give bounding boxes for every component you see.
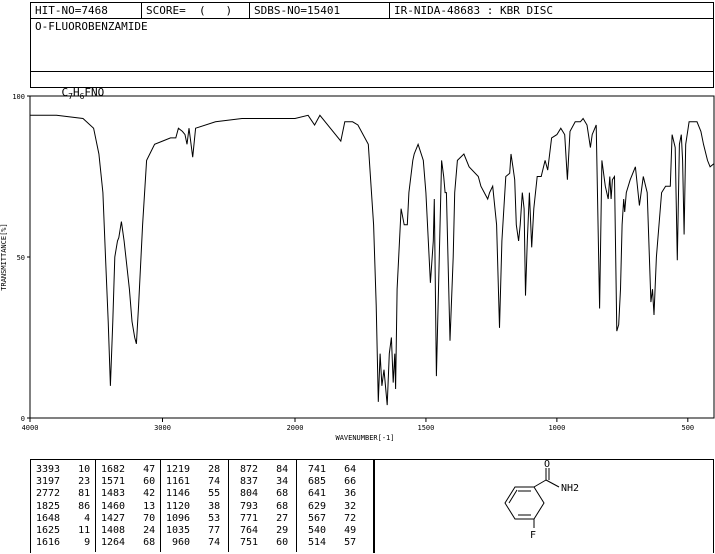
peak-row: 1120 38	[166, 500, 221, 512]
peak-row: 1408 24	[101, 525, 156, 536]
peak-row: 1219 28	[166, 464, 221, 475]
y-tick-label: 100	[12, 93, 25, 101]
peak-row: 751 60	[234, 537, 289, 549]
peak-row: 1035 77	[166, 525, 221, 536]
peak-row: 771 27	[234, 512, 289, 524]
molecular-structure: O NH2 F	[504, 460, 579, 541]
peak-column: 1219 28 1161 74 1146 55 1120 38 1096 53 1035 …	[161, 460, 229, 552]
peak-row: 1096 53	[166, 512, 221, 524]
peak-row: 1161 74	[166, 476, 221, 488]
peak-row: 629 32	[302, 500, 357, 512]
peak-row: 1825 86	[36, 500, 91, 512]
peak-row: 1571 60	[101, 476, 156, 488]
peak-row: 1427 70	[101, 512, 156, 524]
amine-label: NH2	[561, 483, 579, 494]
x-axis-label: WAVENUMBER[-1]	[335, 434, 394, 442]
peak-row: 872 84	[234, 464, 289, 475]
peak-column: 741 64 685 66 641 36 629 32 567 72 540 4…	[297, 460, 374, 552]
peak-row: 837 34	[234, 476, 289, 488]
peak-row: 1625 11	[36, 525, 91, 536]
peak-column: 872 84 837 34 804 68 793 68 771 27 764 2…	[229, 460, 297, 552]
x-tick-label: 1000	[548, 424, 565, 432]
peak-column: 3393 10 3197 23 2772 81 1825 86 1648 4 1625 1…	[31, 460, 96, 552]
fluorine-label: F	[530, 530, 536, 541]
x-tick-label: 1500	[418, 424, 435, 432]
peak-row: 764 29	[234, 525, 289, 536]
peak-row: 1460 13	[101, 500, 156, 512]
peak-row: 1483 42	[101, 488, 156, 500]
ir-spectrum-chart: 4000 3000 2000 1500 1000 500 0 50 100 WAVENUMBER…	[0, 93, 715, 442]
peak-row: 1616 9	[36, 537, 91, 549]
peak-row: 540 49	[302, 525, 357, 536]
y-tick-label: 0	[21, 415, 25, 423]
peak-column: 1682 47 1571 60 1483 42 1460 13 1427 70 1408 …	[96, 460, 161, 552]
peak-row: 793 68	[234, 500, 289, 512]
peak-row: 960 74	[166, 537, 221, 549]
peak-row: 641 36	[302, 488, 357, 500]
peak-row: 1264 68	[101, 537, 156, 549]
peak-row: 514 57	[302, 537, 357, 549]
spectrum-line	[30, 114, 715, 406]
plot-frame	[29, 95, 715, 419]
peak-row: 567 72	[302, 512, 357, 524]
visible-substituent-bonds	[533, 468, 560, 528]
peak-row: 741 64	[302, 464, 357, 475]
carbonyl-oxygen-label: O	[544, 460, 550, 470]
peak-row: 1682 47	[101, 464, 156, 475]
x-tick-label: 3000	[154, 424, 171, 432]
peak-row: 3197 23	[36, 476, 91, 488]
x-tick-label: 500	[681, 424, 694, 432]
peak-row: 1648 4	[36, 512, 91, 524]
peak-table: 3393 10 3197 23 2772 81 1825 86 1648 4 1625 1…	[30, 459, 375, 553]
peak-row: 804 68	[234, 488, 289, 500]
peak-row: 3393 10	[36, 464, 91, 475]
structure-box: O NH2 F	[373, 459, 714, 553]
y-axis-label: TRANSMITTANCE[%]	[0, 223, 8, 290]
peak-row: 1146 55	[166, 488, 221, 500]
x-tick-label: 4000	[22, 424, 39, 432]
y-tick-label: 50	[17, 254, 25, 262]
x-tick-label: 2000	[287, 424, 304, 432]
peak-row: 685 66	[302, 476, 357, 488]
peak-row: 2772 81	[36, 488, 91, 500]
amide-drawing	[534, 487, 555, 503]
